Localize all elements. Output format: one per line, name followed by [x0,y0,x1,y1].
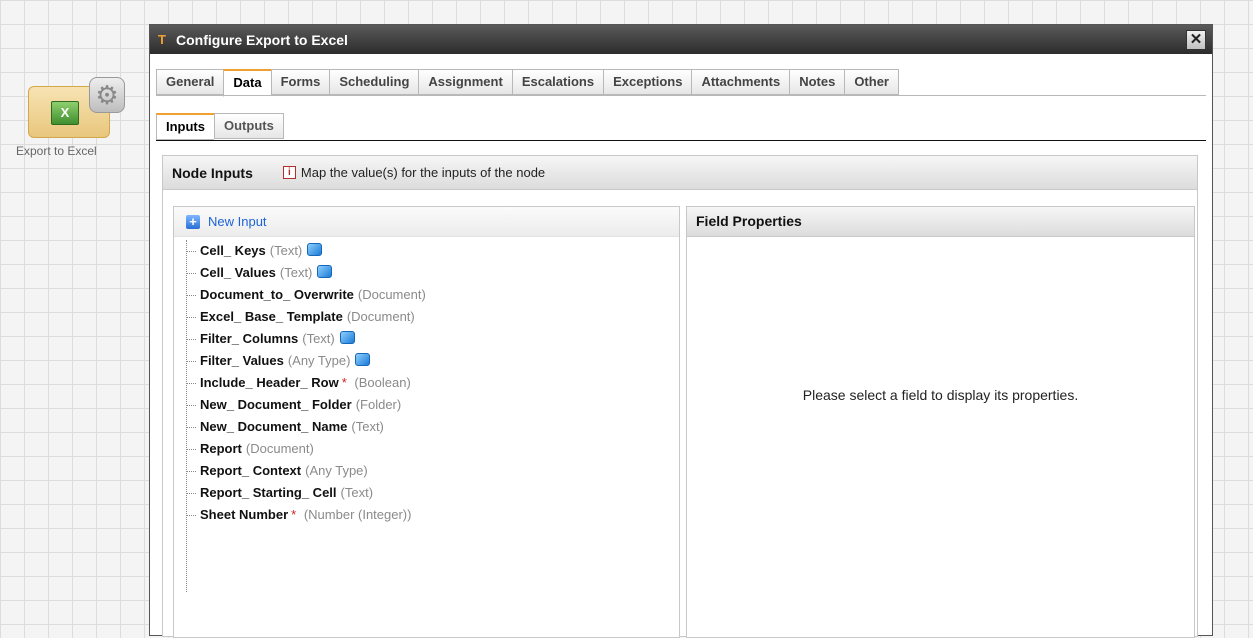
tab-general[interactable]: General [156,69,224,95]
sub-tabs: Inputs Outputs [156,113,284,140]
input-item[interactable]: Filter_ Columns (Text) [186,328,679,350]
tab-exceptions[interactable]: Exceptions [603,69,692,95]
input-type: (Text) [269,243,303,258]
configure-dialog: T Configure Export to Excel ✕ General Dat… [149,24,1213,638]
field-properties-title: Field Properties [687,207,1194,237]
subtabs-divider [156,140,1206,141]
input-item[interactable]: Cell_ Values (Text) [186,262,679,284]
tab-data[interactable]: Data [223,69,271,97]
input-item[interactable]: Report_ Context (Any Type) [186,460,679,482]
input-name: New_ Document_ Name [200,419,348,434]
export-to-excel-node[interactable]: X ⚙ [28,77,125,138]
node-label: Export to Excel [16,144,97,158]
tabs-divider [156,95,1206,96]
input-type: (Folder) [355,397,402,412]
dialog-title: Configure Export to Excel [176,31,348,48]
input-name: Cell_ Values [200,265,276,280]
input-name: Filter_ Values [200,353,284,368]
close-button[interactable]: ✕ [1186,30,1206,50]
input-name: Include_ Header_ Row [200,375,339,390]
dialog-titlebar[interactable]: T Configure Export to Excel ✕ [150,25,1212,54]
multi-value-icon [355,353,371,366]
input-type: (Number (Integer)) [303,507,412,522]
section-title: Node Inputs [172,164,253,181]
input-type: (Any Type) [287,353,351,368]
multi-value-icon [339,331,355,344]
tab-other[interactable]: Other [844,69,899,95]
input-item[interactable]: Report_ Starting_ Cell (Text) [186,482,679,504]
inputs-tree: Cell_ Keys (Text) Cell_ Values (Text) Docume… [186,240,679,592]
multi-value-icon [307,243,323,256]
tab-forms[interactable]: Forms [270,69,330,95]
tab-notes[interactable]: Notes [789,69,845,95]
field-properties-panel: Field Properties Please select a field t… [686,206,1195,638]
input-item[interactable]: New_ Document_ Folder (Folder) [186,394,679,416]
input-type: (Text) [279,265,313,280]
input-name: Filter_ Columns [200,331,299,346]
main-tabs: General Data Forms Scheduling Assignment Esca… [156,69,899,97]
excel-icon: X [51,101,79,125]
input-item[interactable]: Cell_ Keys (Text) [186,240,679,262]
input-name: Report_ Starting_ Cell [200,485,337,500]
input-name: Cell_ Keys [200,243,266,258]
input-name: Report_ Context [200,463,302,478]
input-item[interactable]: Include_ Header_ Row * (Boolean) [186,372,679,394]
input-item[interactable]: Filter_ Values (Any Type) [186,350,679,372]
input-type: (Document) [245,441,314,456]
tool-icon: T [158,32,166,47]
input-name: Sheet Number [200,507,289,522]
input-item[interactable]: Report (Document) [186,438,679,460]
subtab-outputs[interactable]: Outputs [214,113,284,139]
new-input-button[interactable]: + New Input [174,207,679,237]
plus-icon: + [186,214,200,229]
empty-message: Please select a field to display its pro… [802,387,1079,403]
input-name: New_ Document_ Folder [200,397,352,412]
inputs-panel: + New Input Cell_ Keys (Text) Cell_ Values… [173,206,680,638]
input-item[interactable]: Excel_ Base_ Template (Document) [186,306,679,328]
info-icon: i [282,166,296,179]
subtab-inputs[interactable]: Inputs [156,113,214,140]
node-inputs-section: Node Inputs i Map the value(s) for the i… [162,155,1198,638]
input-type: (Document) [346,309,415,324]
input-type: (Document) [357,287,426,302]
input-type: (Any Type) [305,463,368,478]
input-item[interactable]: Sheet Number * (Number (Integer)) [186,504,679,526]
input-type: (Text) [351,419,384,434]
input-type: (Text) [340,485,374,500]
tab-assignment[interactable]: Assignment [418,69,512,95]
input-name: Report [200,441,242,456]
input-item[interactable]: New_ Document_ Name (Text) [186,416,679,438]
node-inputs-header: Node Inputs i Map the value(s) for the i… [163,156,1197,190]
input-type: (Boolean) [354,375,411,390]
input-name: Excel_ Base_ Template [200,309,343,324]
tab-attachments[interactable]: Attachments [691,69,790,95]
tab-scheduling[interactable]: Scheduling [329,69,419,95]
multi-value-icon [317,265,333,278]
gear-icon[interactable]: ⚙ [89,77,125,113]
input-name: Document_to_ Overwrite [200,287,354,302]
input-type: (Text) [302,331,335,346]
tab-escalations[interactable]: Escalations [511,69,604,95]
input-item[interactable]: Document_to_ Overwrite (Document) [186,284,679,306]
new-input-label[interactable]: New Input [208,214,267,229]
info-text: Map the value(s) for the inputs of the n… [300,165,546,180]
